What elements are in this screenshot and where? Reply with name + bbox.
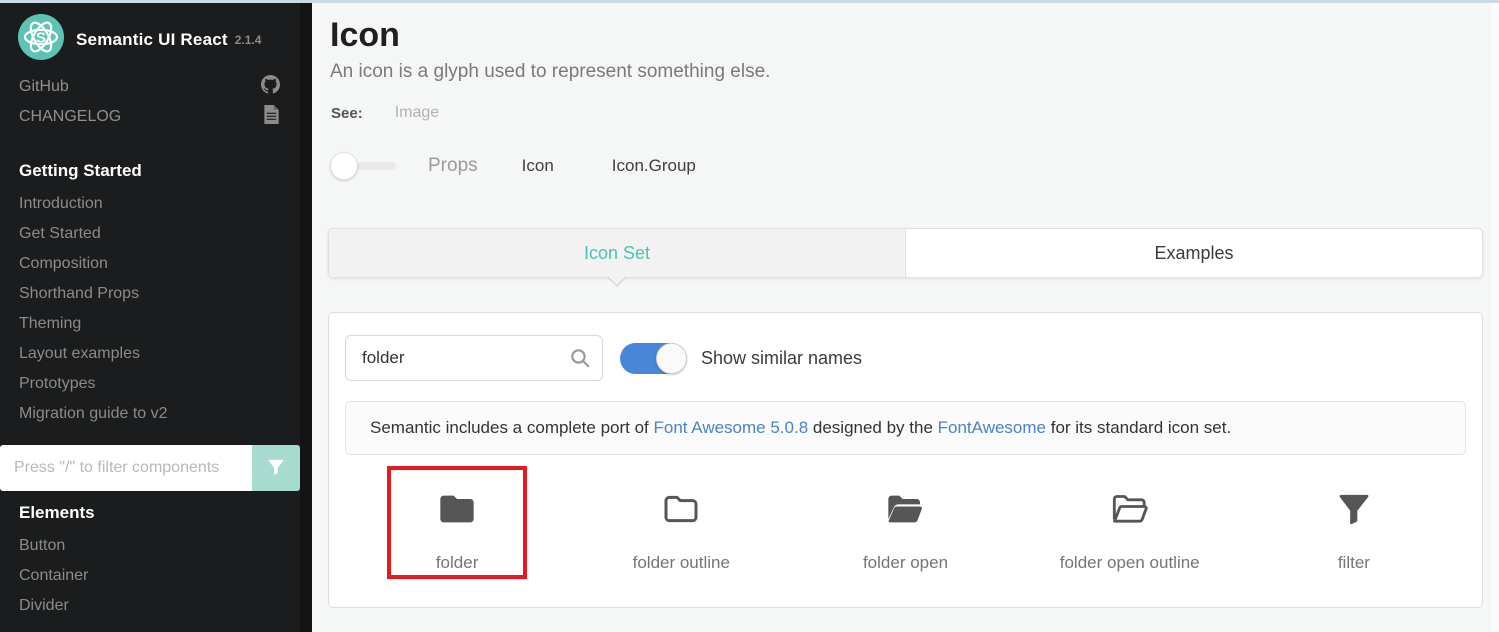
folder-open-icon (793, 489, 1017, 529)
sidebar-item-get-started[interactable]: Get Started (0, 219, 300, 249)
component-filter-input[interactable] (0, 445, 252, 491)
sidebar-item-composition[interactable]: Composition (0, 249, 300, 279)
icon-search-input[interactable] (345, 335, 603, 381)
sidebar-item-changelog[interactable]: CHANGELOG (0, 102, 300, 132)
font-awesome-message: Semantic includes a complete port of Fon… (345, 401, 1466, 455)
see-link-image[interactable]: Image (395, 104, 439, 122)
icon-result-folder-open-outline[interactable]: folder open outline (1018, 469, 1242, 587)
see-label: See: (331, 105, 363, 122)
svg-text:S: S (36, 30, 46, 47)
semantic-ui-logo-icon: S (18, 14, 64, 65)
tab-menu: Icon Set Examples (328, 228, 1483, 278)
icon-results-grid: folder folder outline folder open folder… (345, 469, 1466, 587)
sidebar: S Semantic UI React 2.1.4 GitHub CHANGEL… (0, 0, 312, 632)
page-subtitle: An icon is a glyph used to represent som… (330, 61, 770, 83)
github-icon (261, 75, 280, 99)
sidebar-item-prototypes[interactable]: Prototypes (0, 369, 300, 399)
icon-result-label: folder outline (569, 553, 793, 573)
sidebar-section-getting-started: Getting Started Introduction Get Started… (0, 156, 300, 429)
show-similar-toggle[interactable] (620, 343, 687, 374)
message-text: for its standard icon set. (1046, 418, 1231, 437)
icon-result-folder-outline[interactable]: folder outline (569, 469, 793, 587)
sidebar-item-migration-guide[interactable]: Migration guide to v2 (0, 399, 300, 429)
sidebar-item-theming[interactable]: Theming (0, 309, 300, 339)
brand-title: Semantic UI React (76, 30, 228, 50)
filter-icon (266, 457, 286, 480)
icon-result-label: folder open outline (1018, 553, 1242, 573)
show-similar-label: Show similar names (701, 348, 862, 369)
browser-edge (0, 0, 1499, 3)
component-filter (0, 445, 300, 491)
section-heading: Elements (0, 498, 300, 528)
sidebar-item-shorthand-props[interactable]: Shorthand Props (0, 279, 300, 309)
sidebar-item-github[interactable]: GitHub (0, 72, 300, 102)
active-tab-caret (608, 268, 626, 286)
section-heading: Getting Started (0, 156, 300, 186)
tab-examples[interactable]: Examples (906, 229, 1482, 277)
props-toggle[interactable] (330, 151, 398, 181)
icon-result-folder-open[interactable]: folder open (793, 469, 1017, 587)
show-similar-toggle-knob (656, 343, 687, 374)
icon-result-label: filter (1242, 553, 1466, 573)
filter-icon (1242, 489, 1466, 529)
sidebar-item-container[interactable]: Container (0, 561, 300, 591)
sidebar-item-button[interactable]: Button (0, 531, 300, 561)
page-title: Icon (330, 16, 400, 55)
brand-version: 2.1.4 (235, 33, 262, 47)
sidebar-external-links: GitHub CHANGELOG (0, 72, 300, 132)
prop-link-icon[interactable]: Icon (522, 156, 554, 176)
page-scrollbar[interactable] (1491, 0, 1499, 632)
font-awesome-link[interactable]: FontAwesome (938, 418, 1046, 437)
file-icon (263, 105, 280, 129)
see-also-row: See: Image (331, 104, 439, 122)
props-row: Props Icon Icon.Group (330, 150, 696, 182)
message-text: Semantic includes a complete port of (370, 418, 653, 437)
folder-outline-icon (569, 489, 793, 529)
sidebar-section-elements: Elements Button Container Divider (0, 498, 300, 621)
props-toggle-label[interactable]: Props (428, 155, 478, 177)
sidebar-item-introduction[interactable]: Introduction (0, 189, 300, 219)
icon-search (345, 335, 603, 381)
prop-link-icon-group[interactable]: Icon.Group (612, 156, 696, 176)
props-toggle-knob (330, 152, 358, 180)
folder-open-outline-icon (1018, 489, 1242, 529)
icon-set-panel: Show similar names Semantic includes a c… (328, 312, 1483, 608)
icon-search-row: Show similar names (345, 335, 1466, 381)
icon-result-folder[interactable]: folder (345, 469, 569, 587)
main-content: Icon An icon is a glyph used to represen… (312, 0, 1499, 632)
sidebar-item-divider[interactable]: Divider (0, 591, 300, 621)
sidebar-scrollbar[interactable] (300, 0, 312, 632)
tab-icon-set[interactable]: Icon Set (329, 229, 906, 277)
message-text: designed by the (808, 418, 937, 437)
icon-result-label: folder open (793, 553, 1017, 573)
font-awesome-version-link[interactable]: Font Awesome 5.0.8 (653, 418, 808, 437)
sidebar-item-layout-examples[interactable]: Layout examples (0, 339, 300, 369)
component-filter-button[interactable] (252, 445, 300, 491)
folder-icon (345, 489, 569, 529)
brand[interactable]: S Semantic UI React 2.1.4 (18, 14, 261, 65)
icon-result-filter[interactable]: filter (1242, 469, 1466, 587)
icon-result-label: folder (345, 553, 569, 573)
